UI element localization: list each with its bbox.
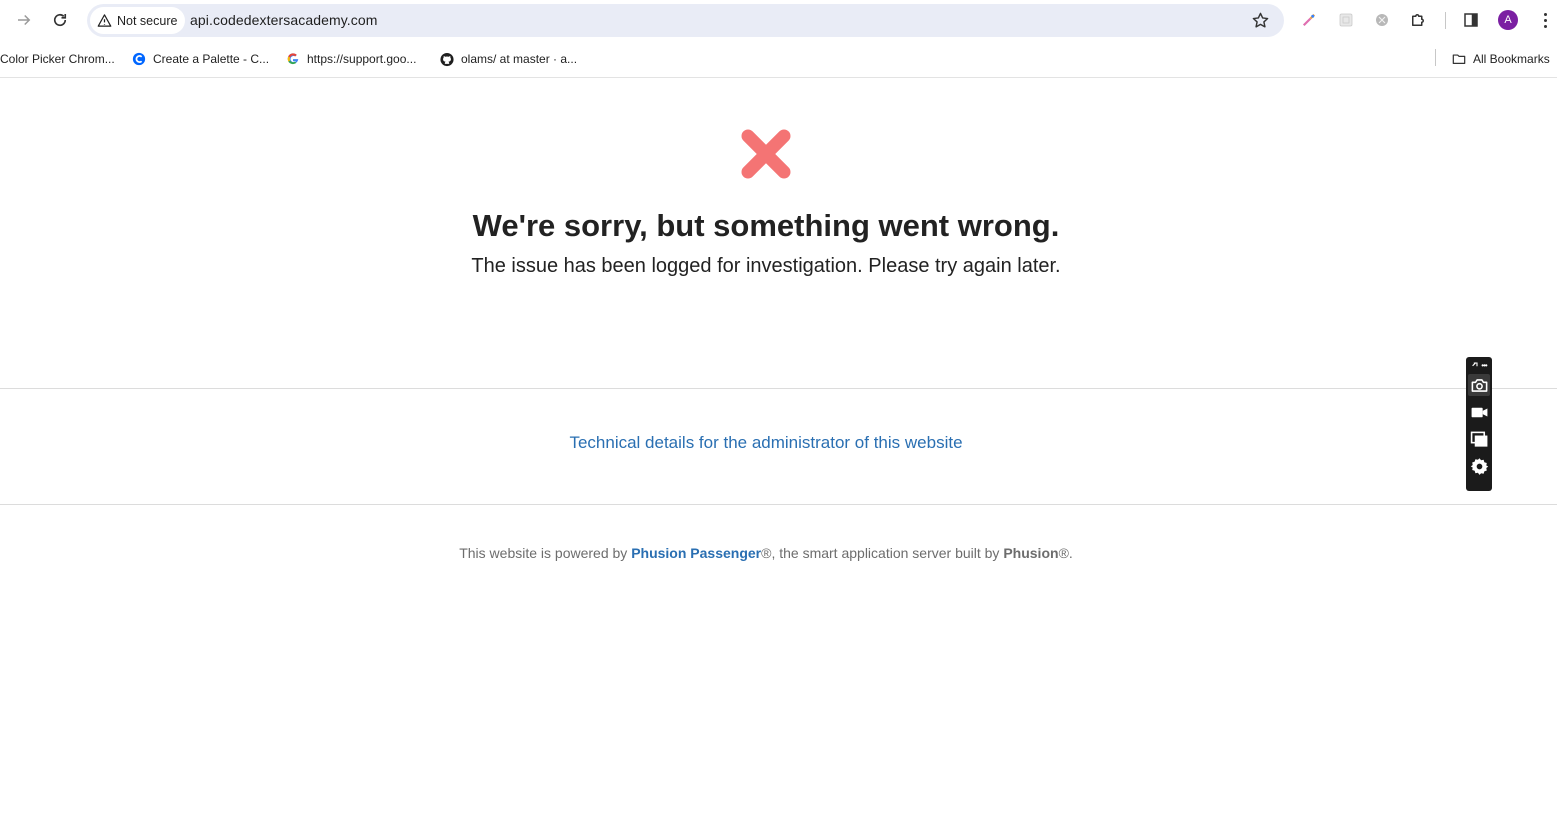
capture-widget: ••• [1466,357,1492,491]
bookmark-label: Color Picker Chrom... [0,52,115,66]
footer-suffix: ®. [1058,545,1073,561]
google-favicon-icon [286,52,300,66]
bookmark-color-picker[interactable]: Color Picker Chrom... [0,50,115,68]
extensions-puzzle-icon[interactable] [1408,10,1428,30]
address-bar[interactable]: Not secure api.codedextersacademy.com [87,4,1284,37]
all-bookmarks-folder[interactable]: All Bookmarks [1452,50,1550,68]
side-panel-icon[interactable] [1461,10,1481,30]
bookmark-label: https://support.goo... [307,52,417,66]
phusion-passenger-link[interactable]: Phusion Passenger [631,545,761,561]
bookmark-google-support[interactable]: https://support.goo... [286,50,416,68]
bookmark-github[interactable]: olams/ at master · a... [440,50,577,68]
security-label: Not secure [117,13,178,28]
link-icon [1472,362,1478,367]
security-chip[interactable]: Not secure [90,7,186,34]
footer-powered-by: This website is powered by Phusion Passe… [0,545,1532,561]
folder-icon [1452,52,1466,66]
phusion-name: Phusion [1003,545,1059,561]
bookmark-label: Create a Palette - C... [153,52,270,66]
bookmark-create-palette[interactable]: Create a Palette - C... [132,50,269,68]
coolors-favicon-icon [132,52,146,66]
grid-extension-icon[interactable] [1336,10,1356,30]
gray-extension-icon[interactable] [1372,10,1392,30]
error-description: The issue has been logged for investigat… [471,255,1061,277]
profile-avatar[interactable]: A [1498,10,1518,30]
footer-prefix: This website is powered by [459,545,632,561]
bookmark-label: olams/ at master · a... [461,52,578,66]
browser-toolbar: Not secure api.codedextersacademy.com A [0,0,1557,40]
widget-header[interactable]: ••• [1466,359,1492,371]
windows-icon[interactable] [1468,428,1490,450]
bookmarks-bar: Color Picker Chrom... Create a Palette -… [0,40,1557,78]
settings-gear-icon[interactable] [1468,455,1490,477]
all-bookmarks-label: All Bookmarks [1473,52,1550,66]
camera-icon[interactable] [1468,374,1490,396]
bookmarks-divider [1435,49,1436,66]
bookmark-star-icon[interactable] [1251,11,1270,30]
video-camera-icon[interactable] [1468,401,1490,423]
url-text[interactable]: api.codedextersacademy.com [190,12,378,28]
warning-icon [97,14,112,27]
divider-bottom [0,504,1557,505]
github-favicon-icon [440,52,454,66]
divider-top [0,388,1557,389]
forward-arrow-icon[interactable] [12,8,36,32]
more-dots-icon[interactable]: ••• [1481,361,1487,370]
browser-menu-icon[interactable] [1535,10,1555,30]
color-picker-extension-icon[interactable] [1299,10,1319,30]
reload-icon[interactable] [48,8,72,32]
footer-middle: ®, the smart application server built by [761,545,1004,561]
technical-details-link[interactable]: Technical details for the administrator … [0,433,1532,453]
error-cross-icon [741,129,791,179]
toolbar-divider [1445,12,1446,29]
error-headline: We're sorry, but something went wrong. [472,208,1060,243]
